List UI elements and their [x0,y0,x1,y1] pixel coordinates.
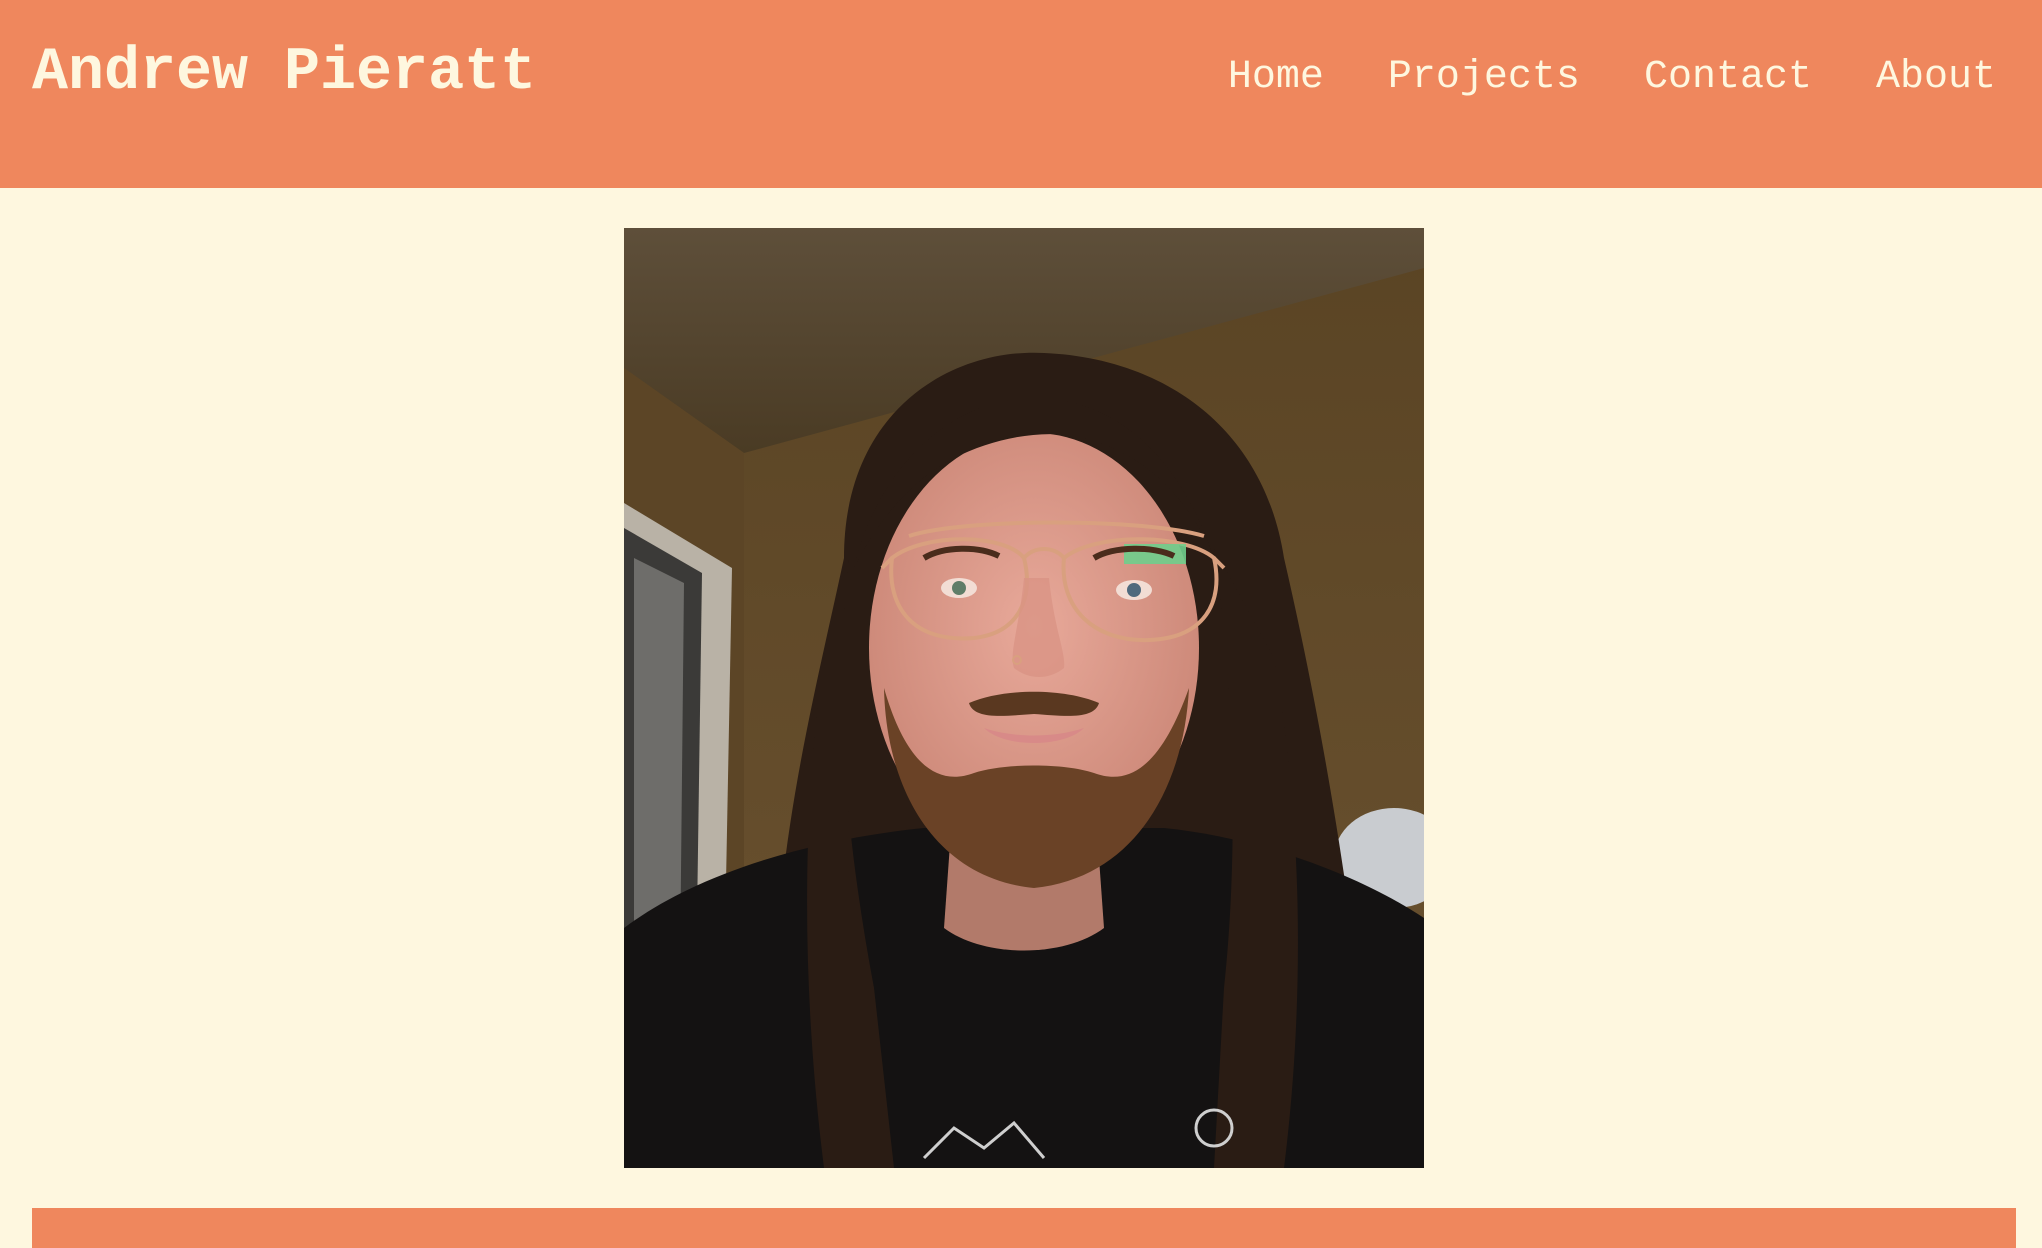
portrait-photo [624,228,1424,1168]
nav-home-link[interactable]: Home [1228,50,1324,106]
nav-contact-link[interactable]: Contact [1644,50,1812,106]
main-nav: Home Projects Contact About [1228,50,1996,106]
footer-bar [32,1208,2016,1248]
nav-projects-link[interactable]: Projects [1388,50,1580,106]
site-title[interactable]: Andrew Pieratt [32,38,536,108]
site-header: Andrew Pieratt Home Projects Contact Abo… [0,0,2042,188]
nav-about-link[interactable]: About [1876,50,1996,106]
